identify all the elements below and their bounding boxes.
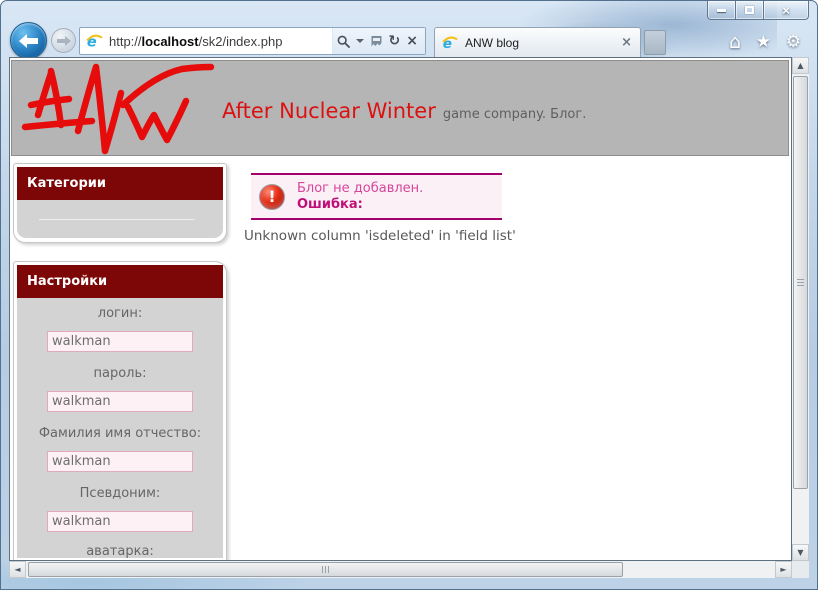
error-text: Блог не добавлен. Ошибка: [297, 181, 423, 213]
fullname-label: Фамилия имя отчество: [38, 426, 202, 441]
site-title: After Nuclear Winter [222, 99, 436, 123]
nickname-label: Псевдоним: [79, 486, 161, 501]
site-subtitle: game company. Блог. [442, 107, 587, 122]
forward-arrow-icon [56, 35, 71, 46]
tab-anw-blog[interactable]: e ANW blog × [434, 27, 641, 57]
categories-header: Категории [17, 167, 223, 200]
scrollbar-grip [321, 566, 330, 573]
scroll-down-icon: ▼ [797, 547, 804, 557]
settings-header: Настройки [17, 265, 223, 298]
forward-button[interactable] [51, 28, 76, 53]
ie-tab-favicon: e [442, 35, 458, 51]
search-dropdown-icon[interactable] [355, 39, 364, 43]
refresh-icon[interactable]: ↻ [389, 34, 401, 48]
scrollbar-grip [797, 278, 804, 287]
browser-window: × e http://localhost/sk2/index.php ↻ × e… [0, 0, 818, 590]
minimize-icon [717, 8, 726, 12]
close-button[interactable]: × [764, 1, 809, 20]
sidebar-card-categories: Категории [13, 163, 227, 243]
favorites-star-icon[interactable]: ★ [756, 33, 771, 51]
tab-close-icon[interactable]: × [621, 35, 632, 50]
error-message-box: ! Блог не добавлен. Ошибка: [251, 173, 502, 220]
tools-gear-icon[interactable]: ⚙ [786, 33, 801, 51]
settings-form: логин: пароль: Фамилия имя отчество: Псе… [17, 298, 223, 559]
back-button[interactable] [10, 22, 47, 59]
site-header-band: After Nuclear Winter game company. Блог. [11, 60, 789, 156]
scroll-up-button[interactable]: ▲ [792, 57, 809, 74]
error-detail-text: Unknown column 'isdeleted' in 'field lis… [244, 228, 516, 244]
avatar-label: аватарка: [86, 544, 154, 559]
login-label: логин: [97, 306, 143, 321]
scroll-left-button[interactable]: ◄ [9, 561, 26, 578]
sidebar-card-settings: Настройки логин: пароль: Фамилия имя отч… [13, 261, 227, 560]
address-bar[interactable]: e http://localhost/sk2/index.php ↻ × [79, 27, 426, 55]
scroll-down-button[interactable]: ▼ [792, 544, 809, 561]
horizontal-scrollbar[interactable]: ◄ ► [9, 561, 792, 578]
new-tab-button[interactable] [644, 30, 666, 55]
close-icon: × [782, 2, 790, 18]
url-scheme: http:// [109, 33, 142, 49]
minimize-button[interactable] [707, 1, 736, 20]
scroll-left-icon: ◄ [14, 564, 21, 574]
stop-icon[interactable]: × [406, 34, 418, 48]
categories-body [17, 200, 223, 238]
url-host: localhost [141, 33, 199, 49]
scrollbar-corner [792, 561, 809, 578]
anw-logo [21, 63, 215, 155]
site-title-row: After Nuclear Winter game company. Блог. [222, 99, 586, 123]
scroll-right-button[interactable]: ► [775, 561, 792, 578]
ie-favicon: e [86, 34, 103, 50]
home-icon[interactable]: ⌂ [729, 32, 741, 52]
vertical-scrollbar-thumb[interactable] [793, 76, 808, 489]
maximize-button[interactable] [736, 1, 764, 20]
address-bar-actions: ↻ × [331, 28, 425, 54]
vertical-scrollbar[interactable]: ▲ ▼ [792, 57, 809, 561]
error-line2: Ошибка: [297, 196, 363, 212]
login-input[interactable] [47, 331, 193, 352]
error-icon: ! [259, 183, 285, 210]
fullname-input[interactable] [47, 451, 193, 472]
error-line1: Блог не добавлен. [297, 180, 424, 196]
scroll-up-icon: ▲ [797, 60, 804, 70]
password-input[interactable] [47, 391, 193, 412]
maximize-icon [745, 6, 754, 14]
password-label: пароль: [93, 366, 147, 381]
scroll-right-icon: ► [780, 564, 787, 574]
compatibility-view-icon[interactable] [370, 35, 383, 48]
error-exclamation: ! [268, 187, 276, 206]
back-arrow-icon [18, 33, 38, 48]
command-bar: ⌂ ★ ⚙ [729, 30, 801, 54]
url-text[interactable]: http://localhost/sk2/index.php [109, 34, 332, 49]
page-viewport: After Nuclear Winter game company. Блог.… [9, 57, 792, 561]
horizontal-scrollbar-thumb[interactable] [28, 562, 623, 577]
window-controls: × [707, 1, 809, 20]
nickname-input[interactable] [47, 511, 193, 532]
url-path: /sk2/index.php [198, 33, 283, 49]
divider [39, 219, 195, 220]
search-icon[interactable] [337, 35, 350, 48]
tab-title: ANW blog [465, 35, 520, 50]
